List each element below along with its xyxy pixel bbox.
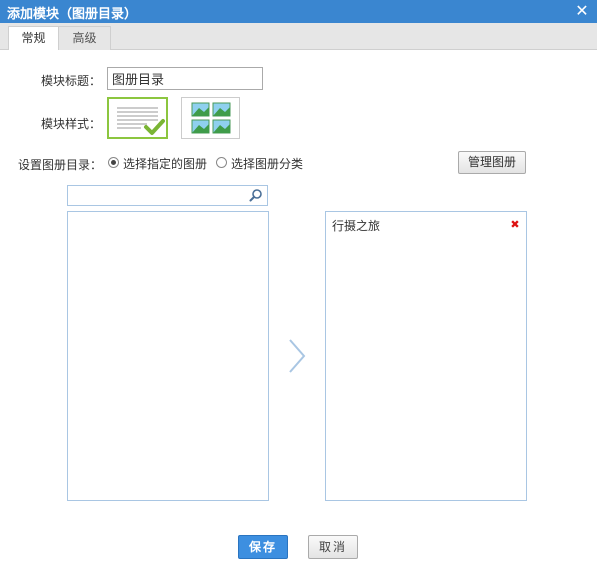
remove-icon[interactable]: ✖: [510, 217, 520, 235]
manage-albums-button[interactable]: 管理图册: [458, 151, 526, 174]
module-title-input[interactable]: [107, 67, 263, 90]
list-item[interactable]: 行摄之旅 ✖: [332, 217, 520, 235]
list-style-icon: [117, 107, 165, 135]
album-search-input[interactable]: [68, 186, 246, 205]
cancel-button[interactable]: 取消: [308, 535, 358, 559]
radio-label-specific-album: 选择指定的图册: [123, 157, 208, 171]
tab-bar: 常规 高级: [0, 23, 597, 50]
module-title-label: 模块标题：: [41, 74, 102, 88]
dialog-title-bar: 添加模块（图册目录） ✕: [0, 0, 597, 23]
style-option-grid[interactable]: [181, 97, 240, 139]
chevron-right-icon[interactable]: [287, 338, 307, 374]
module-style-label: 模块样式：: [41, 117, 102, 131]
style-option-list[interactable]: [107, 97, 168, 139]
tab-general[interactable]: 常规: [8, 26, 59, 50]
radio-button-checked[interactable]: [108, 157, 119, 168]
available-albums-list[interactable]: [67, 211, 269, 501]
dialog-title: 添加模块（图册目录）: [7, 7, 138, 22]
selected-album-label: 行摄之旅: [332, 219, 381, 233]
radio-select-specific-album[interactable]: 选择指定的图册: [108, 155, 208, 171]
close-icon[interactable]: ✕: [574, 1, 590, 21]
save-button[interactable]: 保存: [238, 535, 288, 559]
selected-albums-list[interactable]: 行摄之旅 ✖: [325, 211, 527, 501]
search-icon[interactable]: [249, 188, 263, 202]
radio-select-album-category[interactable]: 选择图册分类: [216, 155, 308, 171]
tab-advanced[interactable]: 高级: [59, 26, 111, 50]
radio-button-unchecked[interactable]: [216, 157, 227, 168]
catalog-setting-label: 设置图册目录：: [18, 158, 103, 172]
grid-style-icon: [191, 102, 231, 134]
radio-label-album-category: 选择图册分类: [231, 157, 304, 171]
album-search-box: [67, 185, 268, 206]
